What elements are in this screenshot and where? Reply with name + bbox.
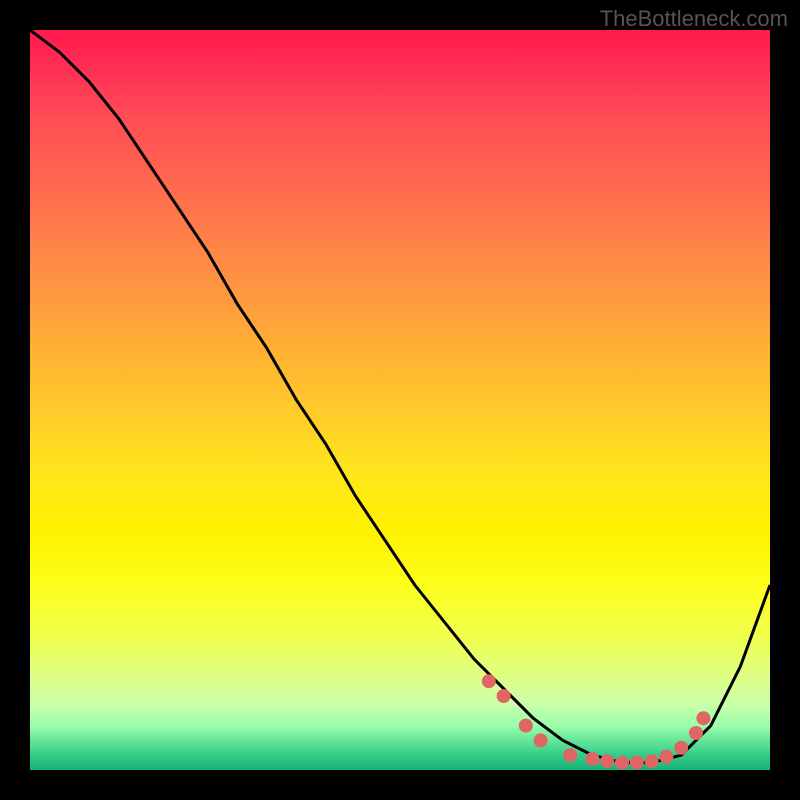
chart-svg: [30, 30, 770, 770]
chart-curve: [30, 30, 770, 763]
chart-marker: [585, 752, 599, 766]
chart-marker: [563, 748, 577, 762]
chart-marker: [645, 754, 659, 768]
chart-marker: [674, 741, 688, 755]
watermark-text: TheBottleneck.com: [600, 6, 788, 32]
chart-marker: [497, 689, 511, 703]
chart-marker: [519, 719, 533, 733]
chart-marker: [659, 750, 673, 764]
chart-marker: [534, 733, 548, 747]
chart-plot-area: [30, 30, 770, 770]
chart-marker: [630, 756, 644, 770]
chart-marker: [482, 674, 496, 688]
chart-marker: [689, 726, 703, 740]
chart-marker: [696, 711, 710, 725]
chart-marker: [600, 754, 614, 768]
chart-marker: [615, 756, 629, 770]
